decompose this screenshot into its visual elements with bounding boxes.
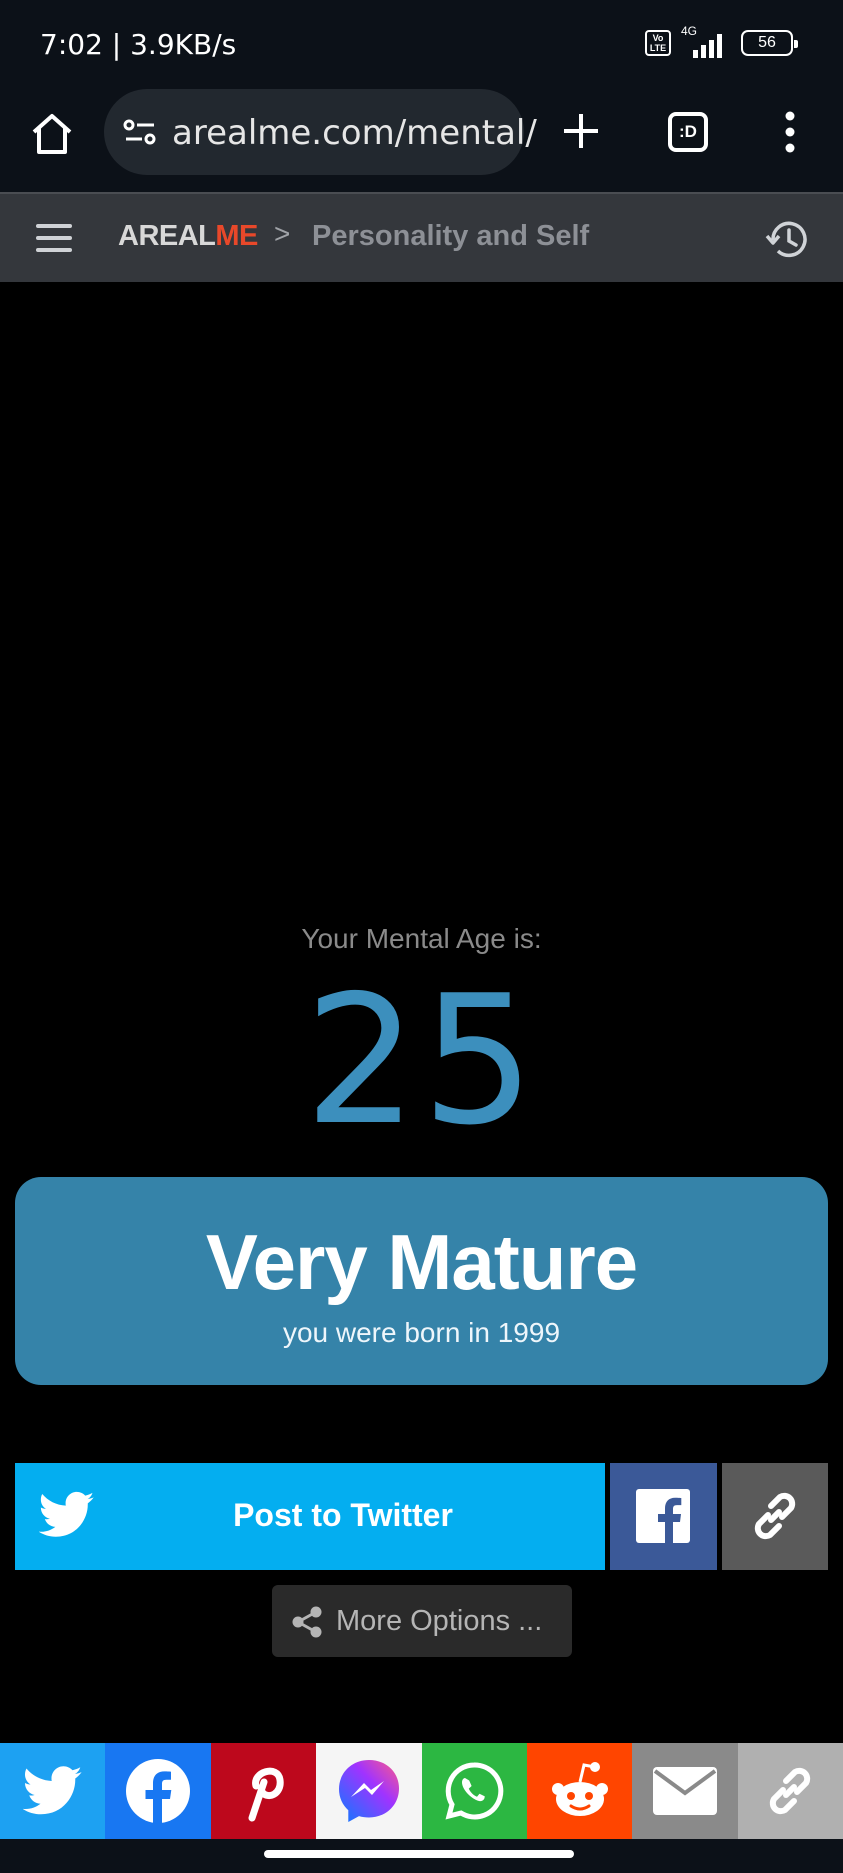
facebook-icon xyxy=(636,1489,690,1543)
gesture-handle[interactable] xyxy=(264,1850,574,1858)
share-pinterest[interactable] xyxy=(210,1743,317,1839)
link-icon xyxy=(770,1767,811,1815)
browser-toolbar: arealme.com/mental/ :D xyxy=(0,86,843,192)
site-logo[interactable]: AREALME xyxy=(118,220,258,253)
new-tab-button[interactable] xyxy=(556,106,606,156)
home-icon xyxy=(32,114,72,154)
post-to-twitter-button[interactable]: Post to Twitter xyxy=(15,1463,605,1570)
site-settings-icon[interactable] xyxy=(122,117,158,147)
email-icon xyxy=(652,1767,717,1815)
verdict-card: Very Mature you were born in 1999 xyxy=(15,1177,828,1385)
site-header: AREALME > Personality and Self xyxy=(0,192,843,282)
facebook-share-button[interactable] xyxy=(610,1463,717,1570)
status-time: 7:02 | 3.9KB/s xyxy=(40,28,237,61)
breadcrumb-category[interactable]: Personality and Self xyxy=(312,220,589,253)
share-icon xyxy=(292,1606,322,1638)
link-icon xyxy=(754,1492,796,1540)
share-facebook[interactable] xyxy=(105,1743,211,1839)
tabs-button[interactable]: :D xyxy=(668,112,708,152)
status-bar: 7:02 | 3.9KB/s Vo LTE 4G 56 xyxy=(0,0,843,86)
messenger-icon xyxy=(338,1760,399,1822)
twitter-button-label: Post to Twitter xyxy=(233,1497,453,1533)
home-button[interactable] xyxy=(26,108,78,160)
url-text: arealme.com/mental/ xyxy=(172,113,537,153)
verdict-title: Very Mature xyxy=(205,1218,638,1306)
share-strip xyxy=(0,1743,843,1839)
more-vert-icon xyxy=(785,111,795,153)
share-whatsapp[interactable] xyxy=(421,1743,527,1839)
share-email[interactable] xyxy=(632,1743,738,1839)
share-copy-link[interactable] xyxy=(737,1743,843,1839)
browser-menu-button[interactable] xyxy=(780,106,800,158)
plus-icon xyxy=(564,114,598,148)
logo-text-areal: AREAL xyxy=(118,220,216,252)
more-options-label: More Options ... xyxy=(336,1605,543,1637)
hamburger-menu-icon[interactable] xyxy=(36,224,72,252)
mental-age-value: 25 xyxy=(304,957,539,1164)
share-reddit[interactable] xyxy=(526,1743,633,1839)
volte-icon: Vo LTE xyxy=(645,30,671,56)
url-bar[interactable]: arealme.com/mental/ xyxy=(104,89,537,175)
status-icons: Vo LTE 4G 56 xyxy=(645,24,798,58)
signal-icon: 4G xyxy=(681,24,731,58)
logo-text-me: ME xyxy=(215,220,258,252)
birth-year-text: you were born in 1999 xyxy=(282,1317,561,1348)
chevron-right-icon: > xyxy=(274,218,291,249)
pinterest-icon xyxy=(248,1767,284,1822)
share-messenger[interactable] xyxy=(316,1743,422,1839)
history-icon xyxy=(765,221,807,258)
facebook-icon xyxy=(126,1759,191,1825)
share-twitter[interactable] xyxy=(0,1743,106,1839)
history-button[interactable] xyxy=(764,218,810,262)
system-nav-bar xyxy=(0,1839,843,1873)
result-label: Your Mental Age is: xyxy=(301,923,542,954)
whatsapp-icon xyxy=(445,1762,504,1820)
battery-icon: 56 xyxy=(741,30,798,56)
twitter-icon xyxy=(22,1766,82,1815)
copy-link-button[interactable] xyxy=(722,1463,828,1570)
reddit-icon xyxy=(551,1762,608,1816)
more-options-button[interactable]: More Options ... xyxy=(272,1585,572,1657)
